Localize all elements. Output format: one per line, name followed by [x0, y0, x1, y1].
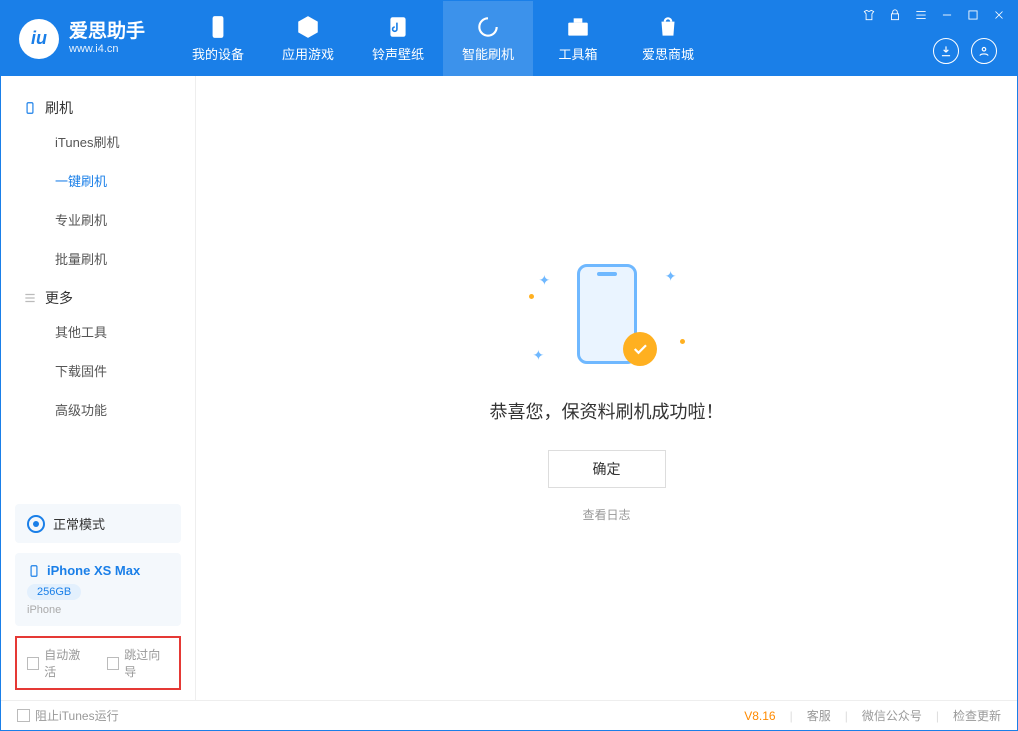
version-label: V8.16	[744, 709, 775, 723]
sidebar-item-other-tools[interactable]: 其他工具	[1, 312, 195, 351]
ok-button[interactable]: 确定	[548, 450, 666, 488]
nav-store[interactable]: 爱思商城	[623, 1, 713, 76]
footer: 阻止iTunes运行 V8.16 | 客服 | 微信公众号 | 检查更新	[1, 700, 1017, 730]
opt-label: 阻止iTunes运行	[35, 707, 119, 724]
device-name-label: iPhone XS Max	[47, 563, 140, 578]
header-right	[933, 38, 997, 64]
success-message: 恭喜您，保资料刷机成功啦！	[490, 398, 724, 424]
footer-link-update[interactable]: 检查更新	[953, 707, 1001, 724]
list-icon	[23, 291, 37, 305]
mode-box[interactable]: 正常模式	[15, 504, 181, 543]
maximize-icon[interactable]	[965, 7, 981, 23]
checkbox-block-itunes[interactable]: 阻止iTunes运行	[17, 707, 119, 724]
sidebar-group-flash: 刷机	[1, 88, 195, 122]
app-subtitle: www.i4.cn	[69, 43, 145, 55]
mode-label: 正常模式	[53, 514, 105, 533]
main-content: ✦✦✦ 恭喜您，保资料刷机成功啦！ 确定 查看日志	[196, 76, 1017, 700]
toolbox-icon	[565, 14, 591, 40]
lock-icon[interactable]	[887, 7, 903, 23]
device-type-label: iPhone	[27, 604, 169, 616]
options-highlighted-row: 自动激活 跳过向导	[15, 636, 181, 690]
sidebar-item-pro-flash[interactable]: 专业刷机	[1, 200, 195, 239]
minimize-icon[interactable]	[939, 7, 955, 23]
nav-toolbox[interactable]: 工具箱	[533, 1, 623, 76]
nav: 我的设备 应用游戏 铃声壁纸 智能刷机 工具箱 爱思商城	[173, 1, 713, 76]
group-label: 更多	[45, 288, 73, 308]
opt-label: 跳过向导	[124, 646, 169, 680]
group-label: 刷机	[45, 98, 73, 118]
app-logo: iu 爱思助手 www.i4.cn	[1, 19, 163, 59]
nav-label: 爱思商城	[642, 44, 694, 63]
nav-apps-games[interactable]: 应用游戏	[263, 1, 353, 76]
music-icon	[385, 14, 411, 40]
checkbox-auto-activate[interactable]: 自动激活	[27, 646, 89, 680]
footer-link-support[interactable]: 客服	[807, 707, 831, 724]
footer-link-wechat[interactable]: 微信公众号	[862, 707, 922, 724]
device-icon	[23, 101, 37, 115]
header: iu 爱思助手 www.i4.cn 我的设备 应用游戏 铃声壁纸 智能刷机 工具…	[1, 1, 1017, 76]
checkbox-skip-guide[interactable]: 跳过向导	[107, 646, 169, 680]
menu-icon[interactable]	[913, 7, 929, 23]
nav-label: 应用游戏	[282, 44, 334, 63]
cube-icon	[295, 14, 321, 40]
app-title: 爱思助手	[69, 22, 145, 43]
nav-label: 工具箱	[559, 44, 598, 63]
phone-small-icon	[27, 564, 41, 578]
device-box[interactable]: iPhone XS Max 256GB iPhone	[15, 553, 181, 626]
sidebar-item-download-firmware[interactable]: 下载固件	[1, 351, 195, 390]
nav-ringtones[interactable]: 铃声壁纸	[353, 1, 443, 76]
close-icon[interactable]	[991, 7, 1007, 23]
nav-my-device[interactable]: 我的设备	[173, 1, 263, 76]
device-storage-badge: 256GB	[27, 584, 81, 600]
logo-icon: iu	[19, 19, 59, 59]
sidebar: 刷机 iTunes刷机 一键刷机 专业刷机 批量刷机 更多 其他工具 下载固件 …	[1, 76, 196, 700]
nav-smart-flash[interactable]: 智能刷机	[443, 1, 533, 76]
sidebar-group-more: 更多	[1, 278, 195, 312]
download-icon[interactable]	[933, 38, 959, 64]
tshirt-icon[interactable]	[861, 7, 877, 23]
view-log-link[interactable]: 查看日志	[582, 506, 630, 523]
nav-label: 智能刷机	[462, 44, 514, 63]
bag-icon	[655, 14, 681, 40]
sidebar-item-batch-flash[interactable]: 批量刷机	[1, 239, 195, 278]
nav-label: 铃声壁纸	[372, 44, 424, 63]
refresh-icon	[475, 14, 501, 40]
opt-label: 自动激活	[44, 646, 89, 680]
success-illustration: ✦✦✦	[547, 254, 667, 374]
phone-icon	[205, 14, 231, 40]
mode-icon	[27, 515, 45, 533]
nav-label: 我的设备	[192, 44, 244, 63]
user-icon[interactable]	[971, 38, 997, 64]
sidebar-item-advanced[interactable]: 高级功能	[1, 390, 195, 429]
sidebar-item-itunes-flash[interactable]: iTunes刷机	[1, 122, 195, 161]
check-badge-icon	[623, 332, 657, 366]
titlebar	[861, 7, 1007, 23]
sidebar-item-oneclick-flash[interactable]: 一键刷机	[1, 161, 195, 200]
